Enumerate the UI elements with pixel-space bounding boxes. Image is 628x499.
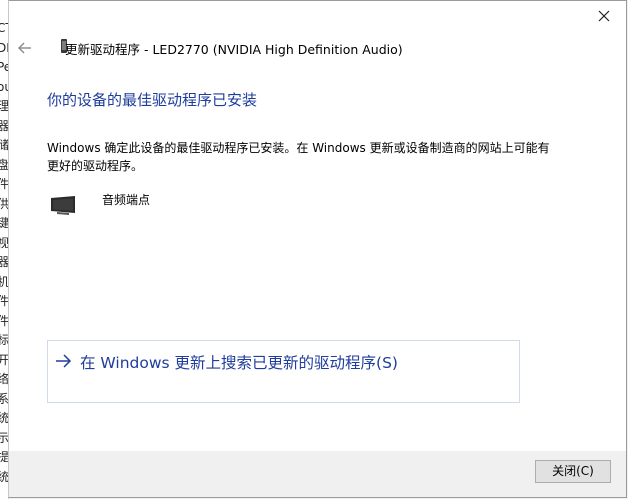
monitor-icon	[49, 191, 79, 221]
dialog-content: 更新驱动程序 - LED2770 (NVIDIA High Definition…	[9, 1, 626, 451]
close-button[interactable]: 关闭(C)	[535, 460, 611, 483]
status-description: Windows 确定此设备的最佳驱动程序已安装。在 Windows 更新或设备制…	[47, 141, 550, 173]
back-arrow-icon[interactable]	[18, 40, 32, 54]
device-label: 音频端点	[102, 193, 151, 207]
search-link-label: 在 Windows 更新上搜索已更新的驱动程序(S)	[80, 354, 398, 372]
update-driver-dialog: 更新驱动程序 - LED2770 (NVIDIA High Definition…	[8, 0, 627, 498]
status-heading: 你的设备的最佳驱动程序已安装	[47, 91, 258, 109]
arrow-right-icon	[54, 352, 72, 370]
close-icon[interactable]	[596, 8, 612, 24]
search-windows-update-link[interactable]: 在 Windows 更新上搜索已更新的驱动程序(S)	[47, 340, 520, 403]
dialog-title: 更新驱动程序 - LED2770 (NVIDIA High Definition…	[65, 42, 403, 57]
